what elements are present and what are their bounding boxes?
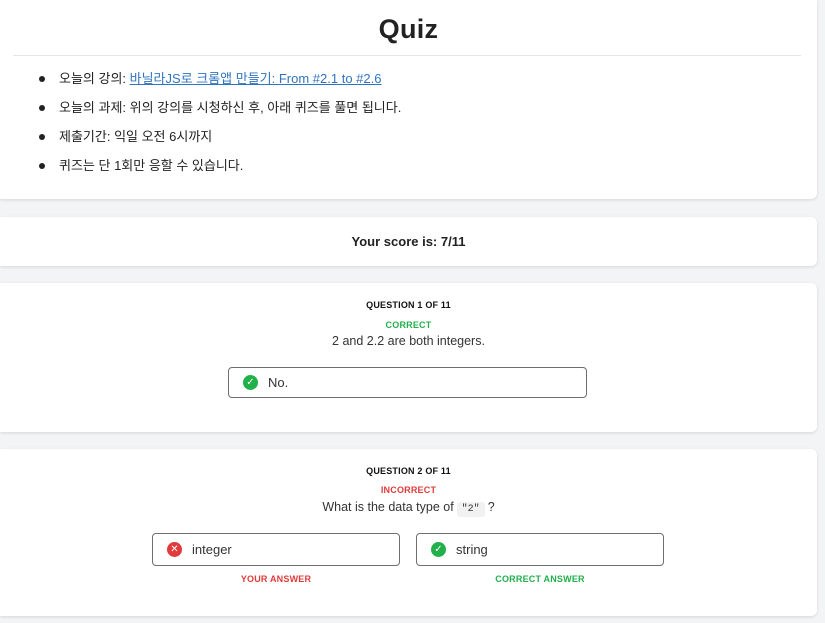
x-icon: ✕ [167, 542, 182, 557]
title-divider [13, 55, 801, 56]
lecture-label: 오늘의 강의: [59, 71, 130, 86]
your-answer-caption: YOUR ANSWER [240, 574, 312, 584]
question-text: 2 and 2.2 are both integers. [332, 334, 485, 348]
quiz-header-card: Quiz 오늘의 강의: 바닐라JS로 크롬앱 만들기: From #2.1 t… [0, 0, 817, 199]
question-card-1: QUESTION 1 OF 11 CORRECT 2 and 2.2 are b… [0, 283, 817, 432]
info-item-assignment: 오늘의 과제: 위의 강의를 시청하신 후, 아래 퀴즈를 풀면 됩니다. [38, 99, 401, 128]
attempts-text: 퀴즈는 단 1회만 응할 수 있습니다. [59, 158, 244, 173]
assignment-text: 오늘의 과제: 위의 강의를 시청하신 후, 아래 퀴즈를 풀면 됩니다. [59, 100, 402, 115]
page-title: Quiz [378, 14, 439, 44]
question-card-2: QUESTION 2 OF 11 INCORRECT What is the d… [0, 449, 817, 616]
question-status-correct: CORRECT [385, 320, 432, 330]
deadline-text: 제출기간: 익일 오전 6시까지 [59, 129, 213, 144]
question-text-after: ? [487, 500, 495, 514]
score-card: Your score is: 7/11 [0, 217, 817, 266]
answer-option-string[interactable]: ✓ string [416, 533, 664, 566]
lecture-link[interactable]: 바닐라JS로 크롬앱 만들기: From #2.1 to #2.6 [130, 71, 382, 86]
correct-answer-caption: CORRECT ANSWER [495, 574, 585, 584]
info-item-attempts: 퀴즈는 단 1회만 응할 수 있습니다. [38, 157, 401, 186]
question-text-before: What is the data type of [322, 500, 454, 514]
code-snippet: "2" [456, 502, 485, 517]
answer-option-no[interactable]: ✓ No. [228, 367, 587, 398]
info-list: 오늘의 강의: 바닐라JS로 크롬앱 만들기: From #2.1 to #2.… [38, 70, 401, 186]
question-text: What is the data type of "2"? [0, 500, 817, 517]
answer-label: string [456, 542, 488, 557]
answer-label: No. [268, 375, 289, 390]
question-status-incorrect: INCORRECT [380, 485, 437, 495]
answer-label: integer [192, 542, 232, 557]
info-item-deadline: 제출기간: 익일 오전 6시까지 [38, 128, 401, 157]
check-icon: ✓ [431, 542, 446, 557]
score-text: Your score is: 7/11 [351, 234, 466, 249]
info-item-lecture: 오늘의 강의: 바닐라JS로 크롬앱 만들기: From #2.1 to #2.… [38, 70, 401, 99]
question-number: QUESTION 2 OF 11 [366, 466, 451, 476]
answer-option-integer[interactable]: ✕ integer [152, 533, 400, 566]
question-number: QUESTION 1 OF 11 [366, 300, 451, 310]
check-icon: ✓ [243, 375, 258, 390]
